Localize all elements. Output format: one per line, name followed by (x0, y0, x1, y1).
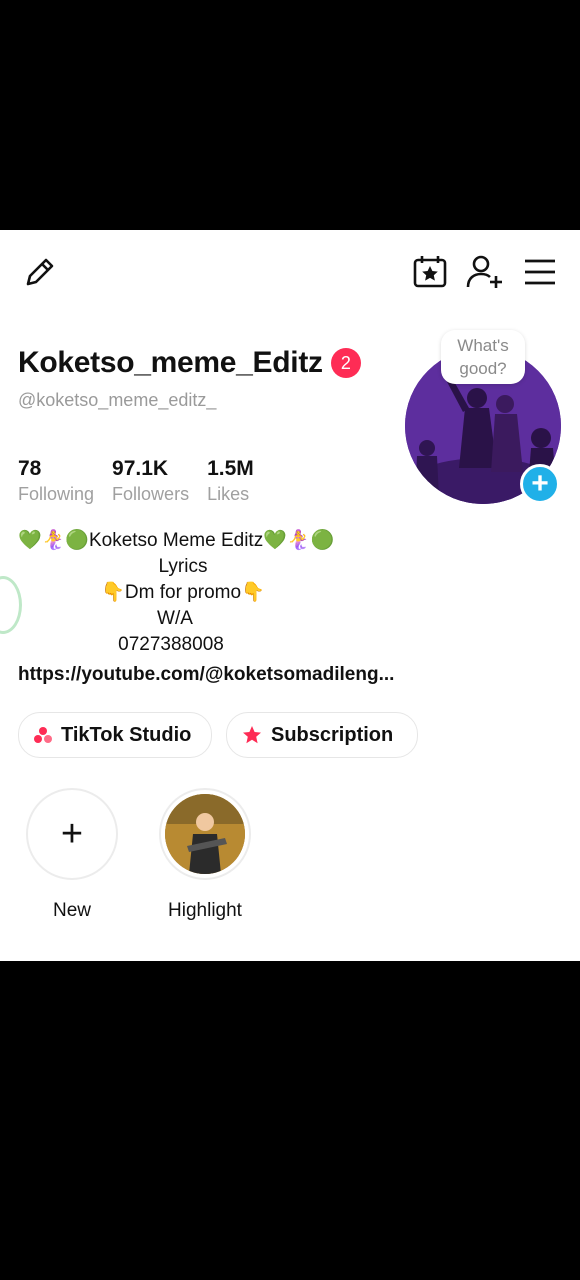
bio-line: W/A (157, 608, 193, 629)
avatar-status-bubble[interactable]: What's good? (441, 330, 525, 384)
stat-followers[interactable]: 97.1K Followers (112, 456, 189, 506)
stat-label: Following (18, 484, 95, 504)
status-line-2: good? (459, 359, 507, 378)
calendar-button[interactable] (410, 252, 450, 296)
edit-profile-button[interactable] (18, 252, 62, 296)
subscription-label: Subscription (271, 723, 394, 746)
stat-value: 1.5M (207, 457, 254, 480)
add-friends-button[interactable] (462, 252, 508, 296)
new-highlight[interactable]: + New (24, 788, 120, 922)
profile-name: Koketso_meme_Editz 2 (18, 346, 361, 380)
notification-badge[interactable]: 2 (330, 348, 361, 378)
subscription-button[interactable]: Subscription (226, 712, 418, 758)
top-letterbox (0, 0, 580, 230)
menu-button[interactable] (518, 252, 562, 296)
highlight-label: Highlight (168, 900, 242, 921)
bio-line: 👇Dm for promo👇 (101, 582, 265, 603)
calendar-star-icon (412, 254, 448, 295)
bio-line: Lyrics (158, 556, 208, 577)
stat-label: Followers (112, 484, 190, 504)
status-line-1: What's (457, 336, 509, 355)
pencil-icon (22, 254, 58, 295)
highlight-item[interactable]: Highlight (157, 788, 253, 922)
subscription-star-icon (241, 725, 263, 745)
bio: 💚🧜‍♀️🟢Koketso Meme Editz💚🧜‍♀️🟢 Lyrics 👇D… (0, 528, 400, 658)
stat-value: 78 (18, 457, 42, 480)
plus-icon: + (60, 813, 84, 855)
studio-label: TikTok Studio (61, 723, 192, 746)
bottom-letterbox (0, 961, 580, 1280)
stat-following[interactable]: 78 Following (18, 456, 94, 506)
username-text: Koketso_meme_Editz (18, 346, 323, 379)
stats-row: 78 Following 97.1K Followers 1.5M Likes (18, 456, 272, 506)
new-highlight-circle[interactable]: + (26, 788, 118, 880)
new-highlight-label: New (52, 900, 91, 921)
add-story-button[interactable]: + (520, 464, 560, 504)
add-user-icon (465, 254, 505, 295)
stat-label: Likes (207, 484, 250, 504)
bio-link[interactable]: https://youtube.com/@koketsomadileng... (18, 664, 394, 686)
profile-handle: @koketso_meme_editz_ (18, 390, 217, 410)
tiktok-studio-button[interactable]: TikTok Studio (18, 712, 212, 758)
stat-likes[interactable]: 1.5M Likes (207, 456, 254, 506)
profile-panel: Koketso_meme_Editz 2 @koketso_meme_editz… (0, 230, 580, 961)
highlight-circle[interactable] (159, 788, 251, 880)
hamburger-menu-icon (523, 258, 557, 291)
studio-icon (33, 725, 53, 745)
stat-value: 97.1K (112, 457, 169, 480)
bio-line: 0727388008 (118, 634, 224, 655)
highlight-thumbnail (165, 794, 245, 874)
bio-line: 💚🧜‍♀️🟢Koketso Meme Editz💚🧜‍♀️🟢 (18, 530, 335, 551)
